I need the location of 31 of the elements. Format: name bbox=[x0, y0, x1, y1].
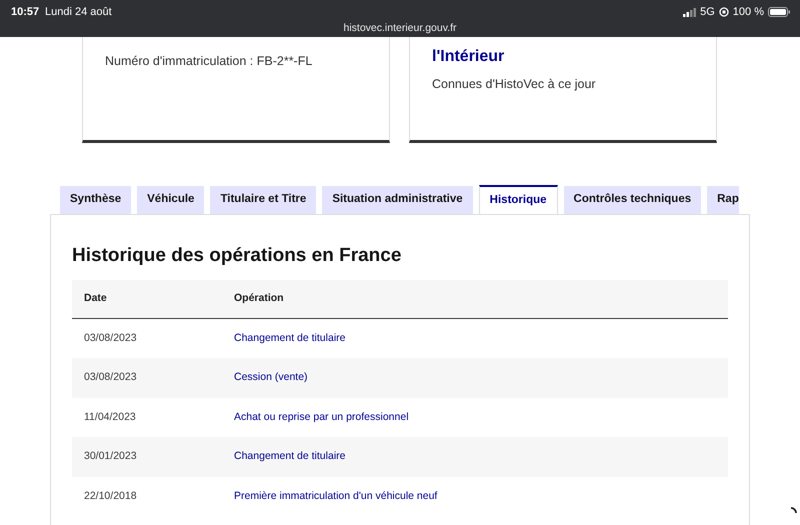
card-text: Numéro d'immatriculation : FB-2**-FL bbox=[105, 53, 314, 70]
operation-link[interactable]: Cession (vente) bbox=[234, 371, 308, 384]
tab[interactable]: Véhicule bbox=[137, 186, 204, 214]
column-header: Opération bbox=[222, 280, 728, 319]
section-heading: Historique des opérations en France bbox=[72, 245, 402, 268]
rotation-lock-icon bbox=[718, 7, 729, 18]
signal-icon bbox=[683, 8, 696, 17]
card-title[interactable]: l'Intérieur bbox=[432, 46, 694, 68]
date-cell: 22/10/2018 bbox=[72, 476, 222, 516]
card-text: Connues d'HistoVec à ce jour bbox=[432, 76, 597, 93]
operation-link[interactable]: Première immatriculation d'un véhicule neuf bbox=[234, 490, 438, 502]
clock-time: 10:57 bbox=[11, 5, 40, 20]
tab[interactable]: Rap bbox=[707, 186, 739, 214]
date-cell: 11/04/2023 bbox=[72, 398, 222, 438]
status-date: Lundi 24 août bbox=[45, 5, 112, 20]
date-cell: 03/08/2023 bbox=[72, 318, 222, 358]
url-address[interactable]: histovec.interieur.gouv.fr bbox=[343, 21, 457, 37]
tab[interactable]: Contrôles techniques bbox=[564, 186, 702, 214]
date-cell: 30/01/2023 bbox=[72, 437, 222, 477]
tab[interactable]: Titulaire et Titre bbox=[210, 186, 316, 214]
date-cell: 03/08/2023 bbox=[72, 358, 222, 398]
tab[interactable]: Historique bbox=[478, 185, 558, 214]
operation-link[interactable]: Achat ou reprise par un professionnel bbox=[234, 410, 409, 423]
network-label: 5G bbox=[700, 5, 715, 20]
operation-link[interactable]: Changement de titulaire bbox=[234, 332, 346, 344]
column-header: Date bbox=[72, 280, 222, 319]
tab[interactable]: Synthèse bbox=[60, 186, 132, 214]
battery-icon bbox=[768, 7, 790, 18]
tab[interactable]: Situation administrative bbox=[322, 186, 473, 214]
battery-percent: 100 % bbox=[732, 5, 764, 20]
operation-link[interactable]: Changement de titulaire bbox=[234, 450, 346, 462]
